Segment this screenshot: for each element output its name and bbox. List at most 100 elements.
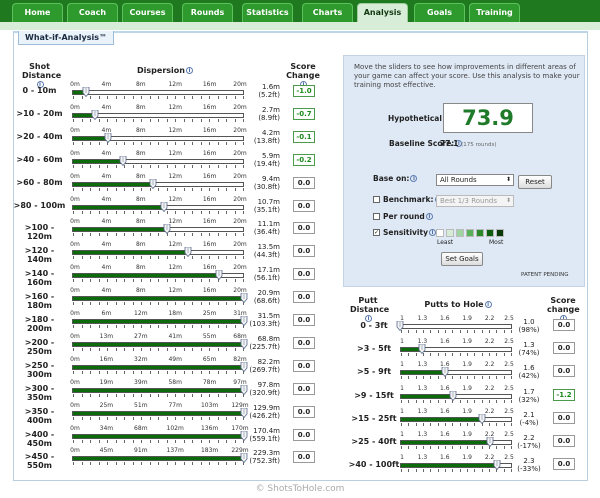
dispersion-slider-thumb[interactable]	[240, 338, 248, 349]
putt-slider-track[interactable]	[400, 440, 512, 449]
slider-tick	[141, 302, 142, 306]
dispersion-slider-track[interactable]	[72, 158, 244, 168]
dispersion-slider-thumb[interactable]	[149, 178, 157, 189]
sensitivity-swatch	[446, 229, 454, 237]
putt-slider-thumb[interactable]	[486, 437, 494, 447]
slider-tick	[415, 422, 417, 426]
dispersion-slider-thumb[interactable]	[82, 87, 90, 97]
putt-slider-thumb[interactable]	[441, 367, 449, 378]
slider-tick	[98, 439, 100, 443]
dispersion-slider-thumb[interactable]	[240, 407, 248, 418]
slider-tick	[141, 439, 142, 443]
reset-button[interactable]: Reset	[518, 175, 552, 189]
dispersion-slider-track[interactable]	[72, 341, 244, 351]
slider-tick	[445, 422, 446, 426]
putt-slider-track[interactable]	[400, 347, 512, 357]
putt-slider-thumb[interactable]	[478, 413, 486, 424]
slider-tick	[192, 393, 193, 397]
dispersion-slider-track[interactable]	[72, 319, 244, 328]
dispersion-slider-track[interactable]	[72, 135, 244, 145]
putt-slider-thumb[interactable]	[396, 321, 404, 331]
tick-label: 0m	[70, 401, 80, 409]
slider-tick	[124, 370, 125, 374]
dispersion-slider-track[interactable]	[72, 410, 244, 420]
tab-statistics[interactable]: Statistics	[242, 3, 293, 22]
dispersion-slider-track[interactable]	[72, 250, 244, 260]
slider-tick	[234, 393, 236, 397]
putt-slider-track[interactable]	[400, 370, 512, 380]
dispersion-slider-track[interactable]	[72, 364, 244, 374]
tick-label: 1	[400, 431, 404, 438]
slider-tick	[73, 233, 74, 237]
putt-slider-track[interactable]	[400, 416, 512, 426]
slider-tick	[81, 393, 83, 397]
tick-label: 1.9	[462, 454, 472, 462]
info-icon[interactable]: i	[428, 229, 436, 236]
tick-label: 16m	[202, 126, 217, 134]
dispersion-slider-thumb[interactable]	[240, 316, 248, 326]
set-goals-button[interactable]: Set Goals	[441, 252, 483, 266]
tick-label: 16m	[202, 195, 217, 203]
putt-slider-thumb[interactable]	[449, 390, 457, 401]
dispersion-slider-track[interactable]	[72, 387, 244, 397]
dispersion-slider-thumb[interactable]	[160, 201, 168, 212]
sensitivity-checkbox[interactable]: ✓	[373, 229, 380, 236]
base-on-select[interactable]: All Rounds ⬍	[436, 174, 514, 186]
info-icon[interactable]: i	[484, 301, 492, 308]
dispersion-slider-track[interactable]	[72, 456, 244, 466]
tab-rounds[interactable]: Rounds	[182, 3, 233, 22]
putt-slider-thumb[interactable]	[493, 460, 501, 471]
tab-charts[interactable]: Charts	[302, 3, 353, 22]
tab-goals[interactable]: Goals	[414, 3, 465, 22]
dispersion-slider-track[interactable]	[72, 433, 244, 443]
benchmark-checkbox[interactable]	[373, 196, 380, 203]
dispersion-slider-track[interactable]	[72, 296, 244, 306]
tab-courses[interactable]: Courses	[122, 3, 173, 22]
tab-home[interactable]: Home	[12, 3, 63, 22]
putt-slider-thumb[interactable]	[418, 344, 426, 355]
tab-coach[interactable]: Coach	[67, 3, 118, 22]
dispersion-slider-thumb[interactable]	[240, 384, 248, 395]
tick-label: 1.9	[462, 315, 472, 322]
dispersion-slider-thumb[interactable]	[91, 109, 99, 120]
slider-tick	[217, 256, 219, 260]
dispersion-slider-thumb[interactable]	[215, 270, 223, 281]
tick-label: 12m	[168, 172, 182, 180]
dispersion-tick-labels: 0m 45m 91m 137m 183m 229m	[70, 447, 248, 454]
tab-analysis[interactable]: Analysis	[357, 3, 408, 22]
per-round-checkbox[interactable]	[373, 213, 380, 220]
tab-training[interactable]: Training	[469, 3, 520, 22]
slider-tick	[107, 118, 108, 122]
putt-slider-track[interactable]	[400, 324, 512, 333]
info-icon[interactable]: i	[185, 67, 193, 74]
dispersion-slider-track[interactable]	[72, 204, 244, 214]
benchmark-select[interactable]: Best 1/3 Rounds ⬍	[436, 195, 514, 207]
slider-tick	[73, 325, 74, 328]
dispersion-slider-thumb[interactable]	[240, 293, 248, 304]
info-icon[interactable]: i	[410, 175, 418, 182]
slider-tick	[141, 233, 142, 237]
dispersion-slider-thumb[interactable]	[119, 155, 127, 166]
slider-tick	[166, 370, 168, 374]
dispersion-slider-thumb[interactable]	[184, 247, 192, 258]
dispersion-slider-thumb[interactable]	[104, 132, 112, 143]
dispersion-slider-thumb[interactable]	[240, 361, 248, 372]
dispersion-slider-track[interactable]	[72, 227, 244, 237]
nav-subbar	[0, 22, 600, 30]
shot-distance-label: >60 - 80m	[16, 177, 63, 187]
dispersion-value: 13.5m (44.3ft)	[248, 243, 280, 259]
benchmark-label: Benchmark:i	[383, 195, 442, 204]
slider-tick	[73, 256, 74, 260]
tick-label: 55m	[202, 332, 217, 340]
dispersion-slider-thumb[interactable]	[240, 430, 248, 441]
putt-tick-labels: 1 1.3 1.6 1.9 2.2 2.5	[400, 315, 514, 322]
dispersion-slider-track[interactable]	[72, 90, 244, 99]
dispersion-slider-track[interactable]	[72, 181, 244, 191]
section-tab-what-if-analysis[interactable]: What-if-Analysis™	[18, 31, 114, 45]
dispersion-value: 68.8m (225.7ft)	[248, 335, 280, 351]
tick-label: 1	[400, 361, 404, 369]
dispersion-slider-thumb[interactable]	[163, 224, 171, 235]
info-icon[interactable]: i	[425, 213, 433, 220]
dispersion-value: 82.2m (269.7ft)	[248, 358, 280, 374]
dispersion-slider-thumb[interactable]	[240, 453, 248, 464]
